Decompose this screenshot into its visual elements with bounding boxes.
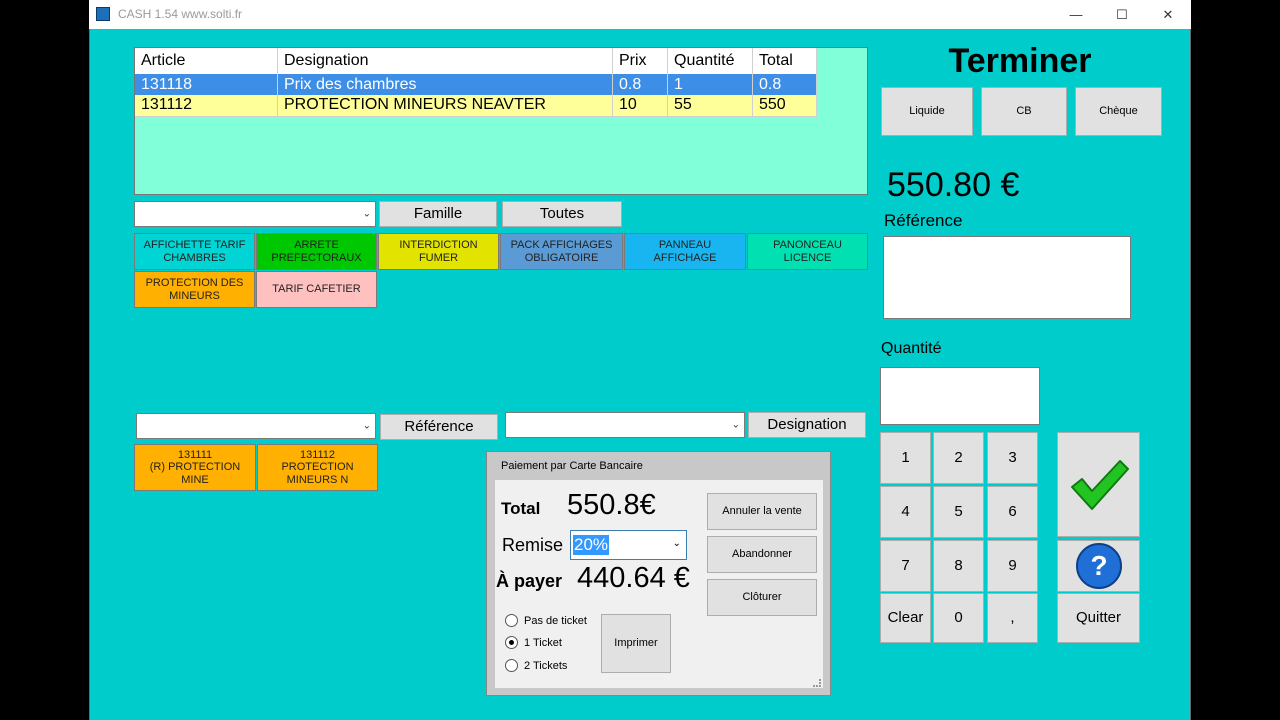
category-protection-mineurs[interactable]: PROTECTION DES MINEURS bbox=[134, 271, 255, 308]
cloturer-button[interactable]: Clôturer bbox=[707, 579, 817, 616]
reference-field[interactable] bbox=[883, 236, 1131, 319]
remise-label: Remise bbox=[502, 535, 564, 555]
validate-button[interactable] bbox=[1057, 432, 1140, 537]
designation-combo[interactable]: ⌄ bbox=[505, 412, 745, 438]
key-6[interactable]: 6 bbox=[987, 486, 1038, 538]
quantite-field[interactable] bbox=[880, 367, 1040, 425]
col-prix[interactable]: Prix bbox=[612, 48, 668, 74]
window-title: CASH 1.54 www.solti.fr bbox=[118, 7, 243, 21]
abandonner-button[interactable]: Abandonner bbox=[707, 536, 817, 573]
close-button[interactable]: ✕ bbox=[1145, 0, 1191, 29]
key-7[interactable]: 7 bbox=[880, 540, 931, 592]
apayer-value: 440.64 € bbox=[577, 562, 690, 594]
radio-pas-de-ticket[interactable]: Pas de ticket bbox=[505, 614, 587, 627]
close-icon: ✕ bbox=[1162, 6, 1174, 22]
col-total[interactable]: Total bbox=[752, 48, 817, 74]
product-131112[interactable]: 131112 PROTECTION MINEURS N bbox=[257, 444, 378, 491]
cheque-button[interactable]: Chèque bbox=[1075, 87, 1162, 136]
cell-prix: 0.8 bbox=[612, 74, 668, 95]
total-value: 550.8€ bbox=[567, 489, 656, 521]
radio-label: Pas de ticket bbox=[524, 614, 587, 627]
col-designation[interactable]: Designation bbox=[277, 48, 613, 74]
col-article[interactable]: Article bbox=[135, 48, 278, 74]
reference-button[interactable]: Référence bbox=[380, 414, 498, 440]
famille-combo[interactable]: ⌄ bbox=[134, 201, 376, 227]
cell-article: 131112 bbox=[135, 95, 278, 116]
terminer-title: Terminer bbox=[948, 42, 1092, 80]
dialog-title: Paiement par Carte Bancaire bbox=[501, 460, 643, 472]
svg-text:?: ? bbox=[1090, 550, 1107, 581]
key-0[interactable]: 0 bbox=[933, 593, 984, 643]
category-pack-affichages[interactable]: PACK AFFICHAGES OBLIGATOIRE bbox=[500, 233, 623, 270]
key-1[interactable]: 1 bbox=[880, 432, 931, 484]
checkmark-icon bbox=[1070, 459, 1129, 510]
radio-circle bbox=[505, 614, 518, 627]
minimize-button[interactable]: — bbox=[1053, 0, 1099, 29]
cell-quantite: 55 bbox=[667, 95, 753, 116]
category-panonceau-licence[interactable]: PANONCEAU LICENCE bbox=[747, 233, 868, 270]
radio-circle-selected bbox=[505, 636, 518, 649]
cell-article: 131118 bbox=[135, 74, 278, 95]
reference-combo[interactable]: ⌄ bbox=[136, 413, 376, 439]
famille-button[interactable]: Famille bbox=[379, 201, 497, 227]
designation-button[interactable]: Designation bbox=[748, 412, 866, 438]
key-2[interactable]: 2 bbox=[933, 432, 984, 484]
cell-designation: PROTECTION MINEURS NEAVTER bbox=[277, 95, 613, 116]
minimize-icon: — bbox=[1069, 7, 1083, 22]
key-3[interactable]: 3 bbox=[987, 432, 1038, 484]
cell-quantite: 1 bbox=[667, 74, 753, 95]
quit-button[interactable]: Quitter bbox=[1057, 593, 1140, 643]
payment-dialog: Paiement par Carte Bancaire Total 550.8€… bbox=[486, 451, 831, 696]
cb-button[interactable]: CB bbox=[981, 87, 1067, 136]
product-131111[interactable]: 131111 (R) PROTECTION MINE bbox=[134, 444, 256, 491]
title-bar: CASH 1.54 www.solti.fr — ☐ ✕ bbox=[89, 0, 1191, 29]
annuler-vente-button[interactable]: Annuler la vente bbox=[707, 493, 817, 530]
radio-label: 1 Ticket bbox=[524, 636, 562, 649]
table-row[interactable]: 131112 PROTECTION MINEURS NEAVTER 10 55 … bbox=[135, 95, 817, 116]
category-arrete-prefectoraux[interactable]: ARRETE PREFECTORAUX bbox=[256, 233, 377, 270]
resize-grip-icon[interactable] bbox=[813, 679, 821, 687]
category-affichette-tarif-chambres[interactable]: AFFICHETTE TARIF CHAMBRES bbox=[134, 233, 255, 270]
total-label: Total bbox=[501, 499, 541, 518]
col-quantite[interactable]: Quantité bbox=[667, 48, 753, 74]
reference-label: Référence bbox=[884, 211, 963, 230]
help-icon: ? bbox=[1075, 543, 1122, 589]
quantite-label: Quantité bbox=[881, 340, 942, 357]
key-9[interactable]: 9 bbox=[987, 540, 1038, 592]
chevron-down-icon: ⌄ bbox=[362, 420, 371, 432]
liquide-button[interactable]: Liquide bbox=[881, 87, 973, 136]
maximize-button[interactable]: ☐ bbox=[1099, 0, 1145, 29]
category-tarif-cafetier[interactable]: TARIF CAFETIER bbox=[256, 271, 377, 308]
radio-label: 2 Tickets bbox=[524, 659, 568, 672]
grid-header: Article Designation Prix Quantité Total bbox=[135, 48, 817, 74]
total-amount: 550.80 € bbox=[887, 166, 1020, 204]
table-row[interactable]: 131118 Prix des chambres 0.8 1 0.8 bbox=[135, 74, 817, 95]
chevron-down-icon: ⌄ bbox=[672, 538, 681, 549]
cell-designation: Prix des chambres bbox=[277, 74, 613, 95]
chevron-down-icon: ⌄ bbox=[731, 419, 740, 431]
help-button[interactable]: ? bbox=[1057, 540, 1140, 592]
cell-total: 550 bbox=[752, 95, 817, 116]
cell-total: 0.8 bbox=[752, 74, 817, 95]
key-clear[interactable]: Clear bbox=[880, 593, 931, 643]
app-icon bbox=[96, 7, 110, 21]
cell-prix: 10 bbox=[612, 95, 668, 116]
chevron-down-icon: ⌄ bbox=[362, 208, 371, 220]
remise-value: 20% bbox=[573, 535, 610, 555]
key-8[interactable]: 8 bbox=[933, 540, 984, 592]
radio-2-tickets[interactable]: 2 Tickets bbox=[505, 659, 567, 672]
category-panneau-affichage[interactable]: PANNEAU AFFICHAGE bbox=[624, 233, 746, 270]
maximize-icon: ☐ bbox=[1116, 6, 1128, 22]
article-grid[interactable]: Article Designation Prix Quantité Total … bbox=[134, 47, 868, 195]
remise-select[interactable]: 20% ⌄ bbox=[570, 530, 687, 560]
key-5[interactable]: 5 bbox=[933, 486, 984, 538]
toutes-button[interactable]: Toutes bbox=[502, 201, 622, 227]
radio-1-ticket[interactable]: 1 Ticket bbox=[505, 636, 562, 649]
category-interdiction-fumer[interactable]: INTERDICTION FUMER bbox=[378, 233, 499, 270]
key-comma[interactable]: , bbox=[987, 593, 1038, 643]
apayer-label: À payer bbox=[496, 571, 563, 591]
key-4[interactable]: 4 bbox=[880, 486, 931, 538]
imprimer-button[interactable]: Imprimer bbox=[601, 614, 671, 673]
radio-circle bbox=[505, 659, 518, 672]
